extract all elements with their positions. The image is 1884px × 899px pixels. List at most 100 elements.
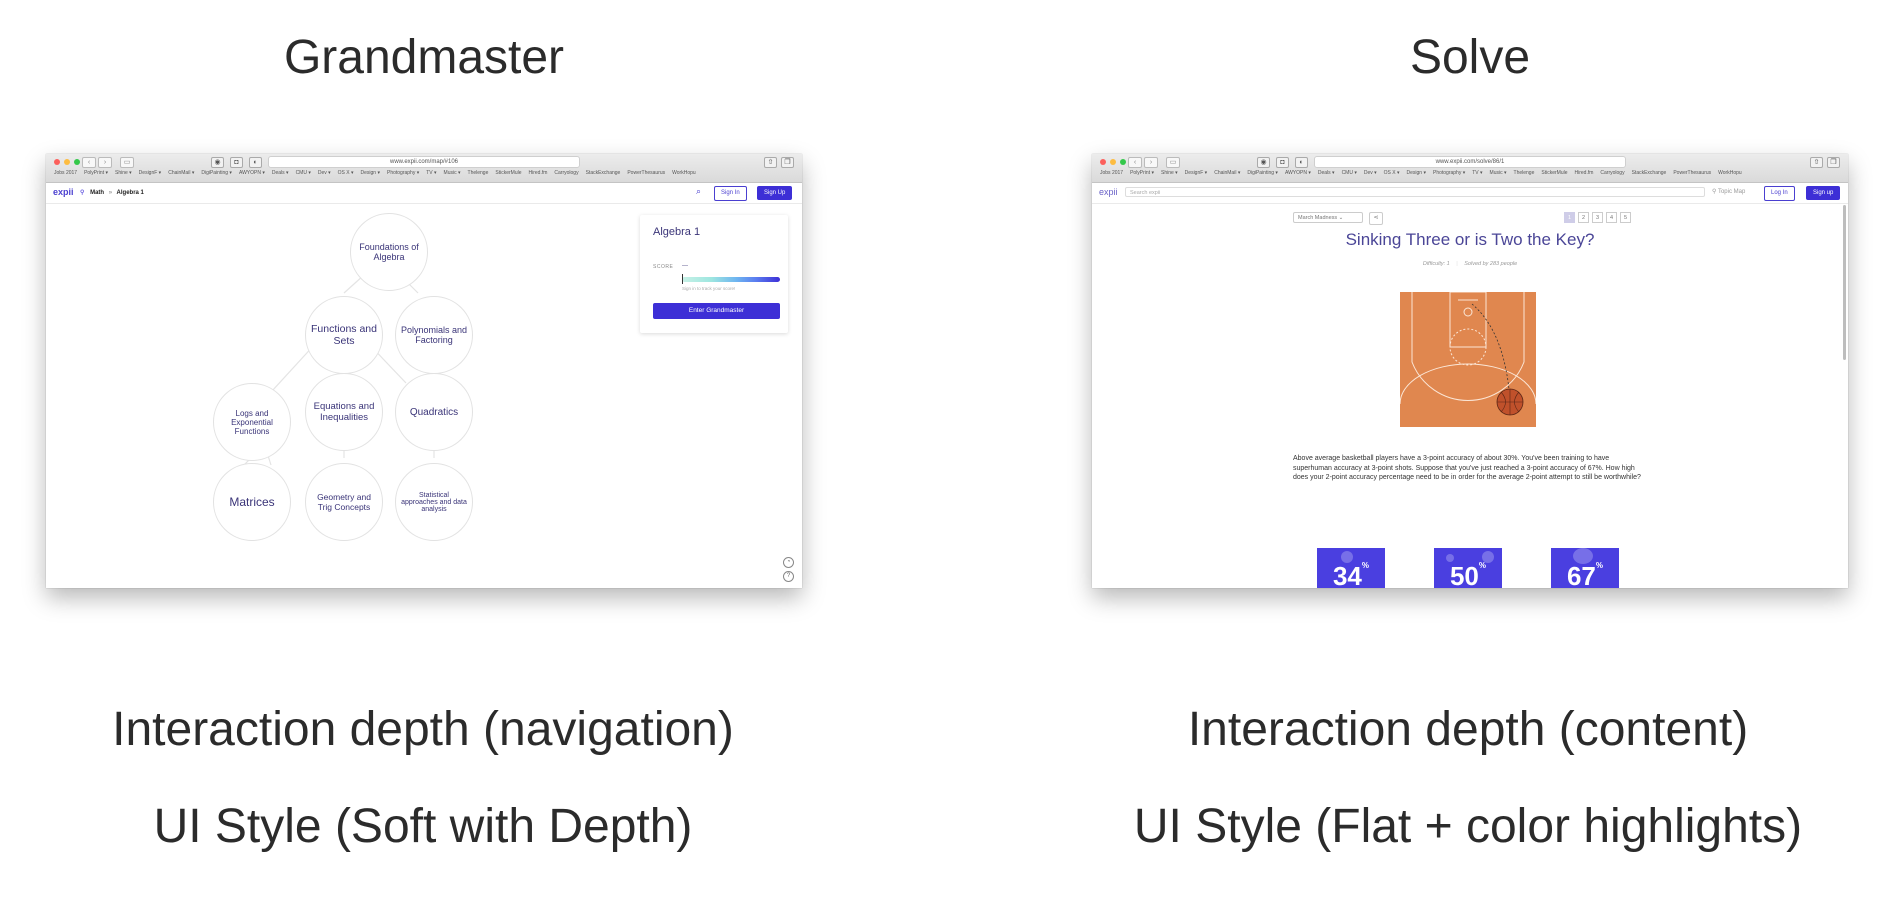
share-icon[interactable]: ⋖ (1369, 212, 1383, 225)
bookmark-item[interactable]: Music ▾ (444, 170, 461, 176)
bookmark-item[interactable]: Carryology (554, 170, 578, 176)
page-4[interactable]: 4 (1606, 212, 1617, 223)
breadcrumb-algebra[interactable]: Algebra 1 (117, 190, 144, 196)
bookmark-item[interactable]: DigiPainting ▾ (1247, 170, 1278, 176)
bookmark-item[interactable]: WorkHopu (1718, 170, 1742, 176)
bookmark-item[interactable]: Thelenge (1514, 170, 1535, 176)
node-foundations-of-algebra[interactable]: Foundations of Algebra (350, 213, 428, 291)
bookmark-item[interactable]: CMU ▾ (296, 170, 311, 176)
search-input[interactable]: Search expii (1125, 187, 1705, 197)
log-in-button[interactable]: Log In (1764, 186, 1795, 201)
bookmark-item[interactable]: Deals ▾ (272, 170, 289, 176)
close-window-icon[interactable] (54, 159, 60, 165)
bookmark-item[interactable]: Dev ▾ (1364, 170, 1377, 176)
bookmark-item[interactable]: PolyPrint ▾ (84, 170, 108, 176)
tabs-icon[interactable]: ❐ (781, 157, 794, 168)
bookmark-item[interactable]: OS X ▾ (338, 170, 354, 176)
bookmark-item[interactable]: CMU ▾ (1342, 170, 1357, 176)
bookmark-item[interactable]: AWYOPN ▾ (1285, 170, 1311, 176)
tabs-icon[interactable]: ❐ (1827, 157, 1840, 168)
bookmark-item[interactable]: Hired.fm (529, 170, 548, 176)
bookmark-item[interactable]: DesignF ▾ (1185, 170, 1208, 176)
bookmark-item[interactable]: Photography ▾ (387, 170, 419, 176)
share-icon[interactable]: ⇧ (764, 157, 777, 168)
page-1[interactable]: 1 (1564, 212, 1575, 223)
share-icon[interactable]: ⇧ (1810, 157, 1823, 168)
node-quadratics[interactable]: Quadratics (395, 373, 473, 451)
breadcrumb-math[interactable]: Math (90, 190, 104, 196)
address-bar[interactable]: www.expii.com/map/#106 (268, 156, 580, 168)
bookmark-item[interactable]: Jobs 2017 (54, 170, 77, 176)
node-polynomials-and-factoring[interactable]: Polynomials and Factoring (395, 296, 473, 374)
topic-map-link[interactable]: ⚲ Topic Map (1712, 188, 1745, 195)
feedback-icon[interactable]: ◔ (783, 557, 794, 568)
bookmark-item[interactable]: Jobs 2017 (1100, 170, 1123, 176)
sidebar-icon[interactable]: ▭ (1166, 157, 1180, 168)
node-logs-and-exponential-functions[interactable]: Logs and Exponential Functions (213, 383, 291, 461)
node-equations-and-inequalities[interactable]: Equations and Inequalities (305, 373, 383, 451)
node-geometry-and-trig-concepts[interactable]: Geometry and Trig Concepts (305, 463, 383, 541)
expii-logo[interactable]: expii (1099, 187, 1118, 197)
page-2[interactable]: 2 (1578, 212, 1589, 223)
sign-up-button[interactable]: Sign Up (757, 186, 793, 200)
bookmark-item[interactable]: StackExchange (586, 170, 621, 176)
sidebar-icon[interactable]: ▭ (120, 157, 134, 168)
scrollbar[interactable] (1843, 205, 1846, 360)
bookmark-item[interactable]: ChainMail ▾ (1214, 170, 1240, 176)
minimize-window-icon[interactable] (1110, 159, 1116, 165)
bookmark-item[interactable]: Music ▾ (1490, 170, 1507, 176)
bookmark-item[interactable]: OS X ▾ (1384, 170, 1400, 176)
node-matrices[interactable]: Matrices (213, 463, 291, 541)
bookmark-item[interactable]: DesignF ▾ (139, 170, 162, 176)
collection-dropdown[interactable]: March Madness ⌄ (1293, 212, 1363, 223)
answer-option-34[interactable]: 34% (1317, 548, 1385, 588)
info-icon[interactable]: ◐ (1295, 157, 1308, 168)
close-window-icon[interactable] (1100, 159, 1106, 165)
bookmark-item[interactable]: Design ▾ (361, 170, 380, 176)
bookmark-item[interactable]: AWYOPN ▾ (239, 170, 265, 176)
extension-icon[interactable]: ◉ (211, 157, 224, 168)
bookmark-item[interactable]: StickerMule (495, 170, 521, 176)
bookmark-item[interactable]: Dev ▾ (318, 170, 331, 176)
bookmark-item[interactable]: ChainMail ▾ (168, 170, 194, 176)
bookmark-item[interactable]: Carryology (1600, 170, 1624, 176)
forward-arrow-icon[interactable]: › (98, 157, 112, 168)
bookmark-item[interactable]: TV ▾ (1472, 170, 1482, 176)
back-arrow-icon[interactable]: ‹ (82, 157, 96, 168)
bookmark-item[interactable]: StickerMule (1541, 170, 1567, 176)
bookmark-item[interactable]: StackExchange (1632, 170, 1667, 176)
maximize-window-icon[interactable] (74, 159, 80, 165)
bookmark-item[interactable]: WorkHopu (672, 170, 696, 176)
bookmark-item[interactable]: Hired.fm (1575, 170, 1594, 176)
pocket-icon[interactable]: ◘ (1276, 157, 1289, 168)
enter-grandmaster-button[interactable]: Enter Grandmaster (653, 303, 780, 319)
sign-up-button[interactable]: Sign up (1806, 186, 1841, 200)
bookmark-item[interactable]: Deals ▾ (1318, 170, 1335, 176)
forward-arrow-icon[interactable]: › (1144, 157, 1158, 168)
extension-icon[interactable]: ◉ (1257, 157, 1270, 168)
back-arrow-icon[interactable]: ‹ (1128, 157, 1142, 168)
bookmark-item[interactable]: Photography ▾ (1433, 170, 1465, 176)
expii-logo[interactable]: expii (53, 187, 74, 197)
bookmark-item[interactable]: TV ▾ (426, 170, 436, 176)
pocket-icon[interactable]: ◘ (230, 157, 243, 168)
search-icon[interactable]: ⌕ (696, 186, 701, 197)
bookmark-item[interactable]: PolyPrint ▾ (1130, 170, 1154, 176)
bookmark-item[interactable]: Shine ▾ (1161, 170, 1178, 176)
minimize-window-icon[interactable] (64, 159, 70, 165)
help-icon[interactable]: ? (783, 571, 794, 582)
info-icon[interactable]: ◐ (249, 157, 262, 168)
bookmark-item[interactable]: DigiPainting ▾ (201, 170, 232, 176)
bookmark-item[interactable]: PowerThesaurus (627, 170, 665, 176)
address-bar[interactable]: www.expii.com/solve/86/1 (1314, 156, 1626, 168)
page-3[interactable]: 3 (1592, 212, 1603, 223)
node-functions-and-sets[interactable]: Functions and Sets (305, 296, 383, 374)
sign-in-button[interactable]: Sign In (714, 186, 747, 201)
maximize-window-icon[interactable] (1120, 159, 1126, 165)
bookmark-item[interactable]: Thelenge (468, 170, 489, 176)
answer-option-67[interactable]: 67% (1551, 548, 1619, 588)
answer-option-50[interactable]: 50% (1434, 548, 1502, 588)
bookmark-item[interactable]: Design ▾ (1407, 170, 1426, 176)
bookmark-item[interactable]: Shine ▾ (115, 170, 132, 176)
node-statistical-approaches[interactable]: Statistical approaches and data analysis (395, 463, 473, 541)
